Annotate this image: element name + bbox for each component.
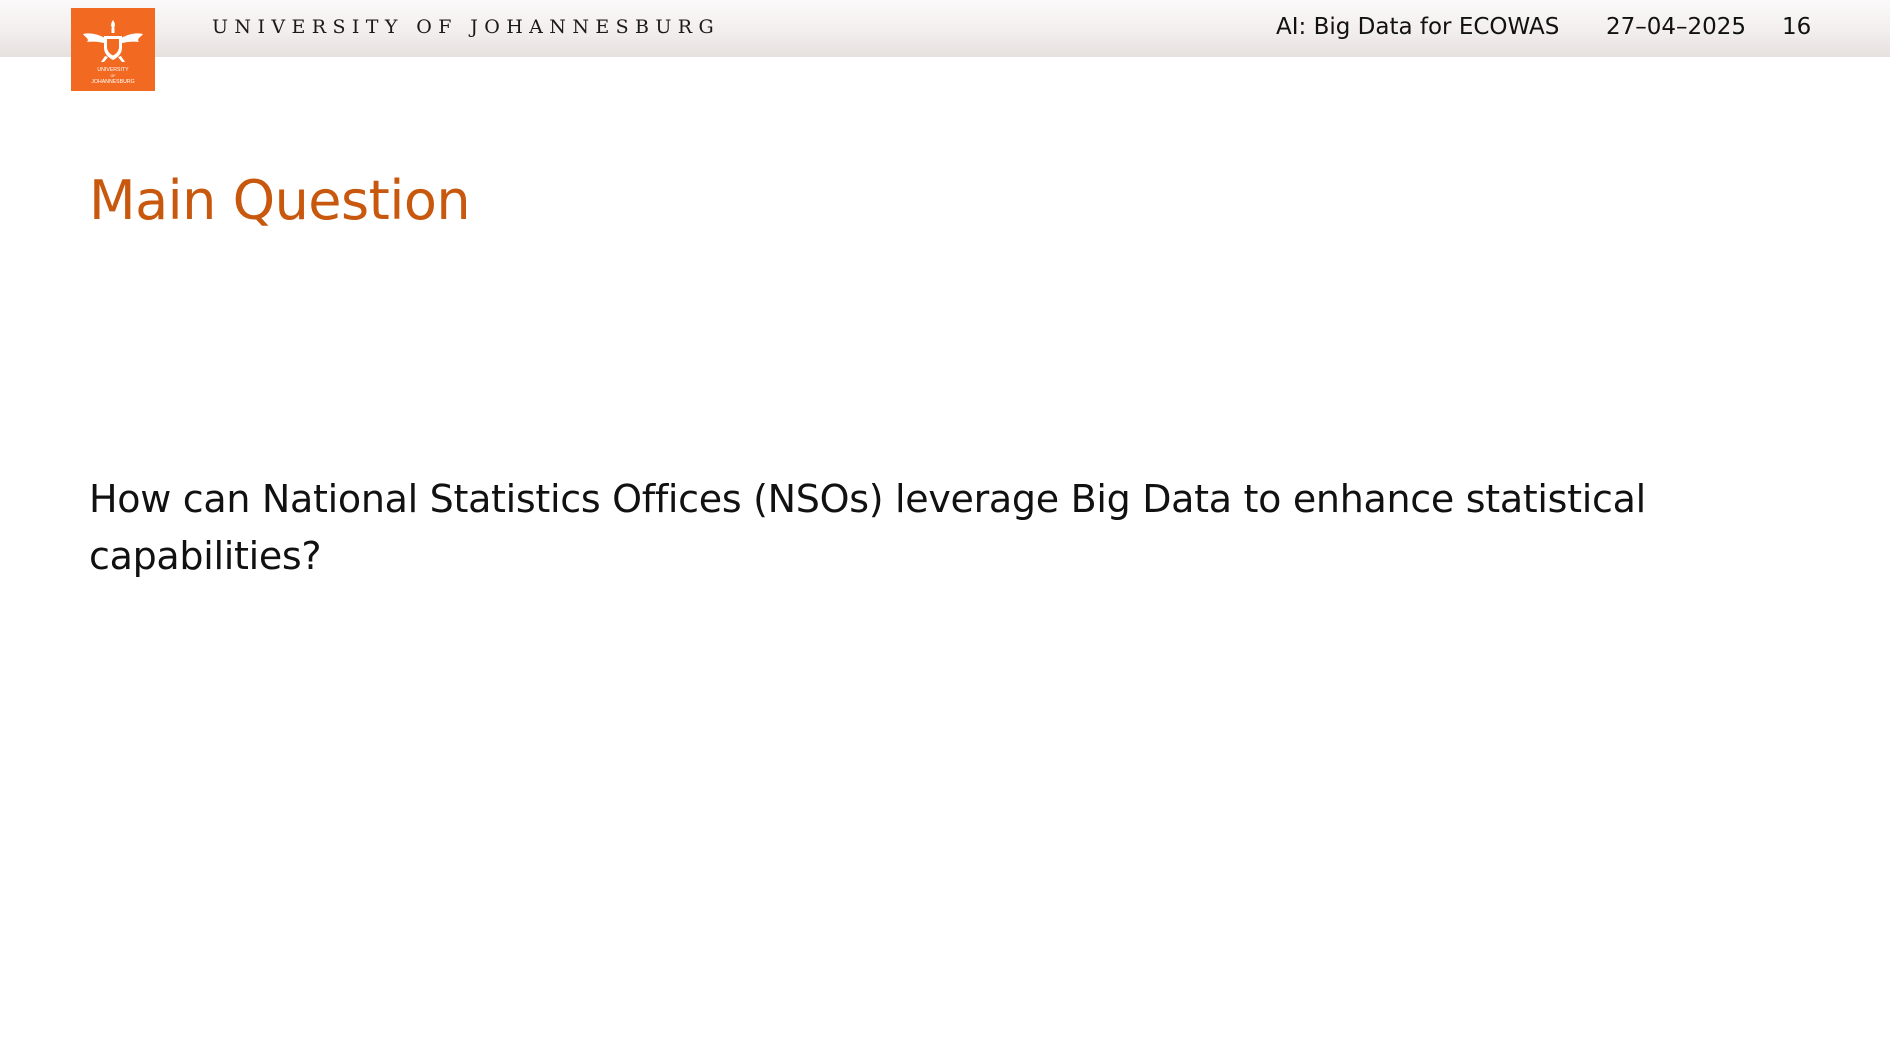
logo-text-line3: JOHANNESBURG	[91, 79, 134, 85]
talk-date: 27–04–2025	[1606, 14, 1747, 40]
slide-title: Main Question	[89, 169, 471, 232]
talk-title: AI: Big Data for ECOWAS	[1276, 14, 1560, 40]
logo-text-line1: UNIVERSITY	[97, 67, 129, 73]
logo-text-line2: OF	[111, 74, 117, 78]
page-number: 16	[1782, 14, 1812, 40]
university-crest-icon: UNIVERSITY OF JOHANNESBURG	[83, 20, 143, 85]
main-question-text: How can National Statistics Offices (NSO…	[89, 477, 1646, 578]
university-name: UNIVERSITY OF JOHANNESBURG	[212, 16, 721, 38]
university-logo: UNIVERSITY OF JOHANNESBURG	[71, 8, 155, 91]
